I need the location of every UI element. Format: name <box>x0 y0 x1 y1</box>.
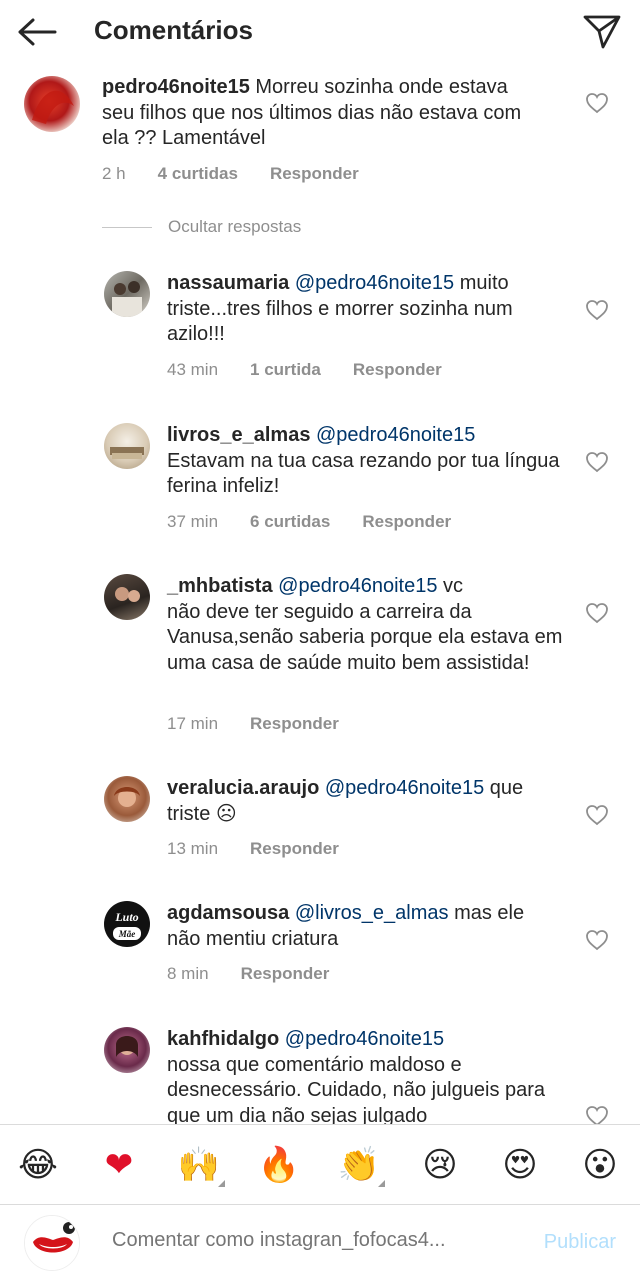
comment-time: 13 min <box>167 839 219 858</box>
avatar[interactable] <box>104 776 150 822</box>
svg-text:Mãe: Mãe <box>118 929 136 939</box>
mention-link[interactable]: @pedro46noite15 <box>273 575 437 597</box>
comment-meta: 13 min Responder <box>167 839 371 859</box>
reply-button[interactable]: Responder <box>250 839 339 859</box>
svg-text:Luto: Luto <box>114 910 138 924</box>
comment-body: não deve ter seguido a carreira da Vanus… <box>167 600 563 674</box>
comment-body: triste ☹ <box>167 802 237 825</box>
avatar[interactable] <box>104 1027 150 1073</box>
comment-username[interactable]: nassaumaria <box>167 272 289 294</box>
divider <box>102 226 152 228</box>
heart-icon[interactable] <box>585 804 609 826</box>
comment-username[interactable]: veralucia.araujo <box>167 777 319 799</box>
mention-link[interactable]: @pedro46noite15 <box>319 777 484 799</box>
comment-time: 17 min <box>167 714 219 733</box>
heart-icon[interactable] <box>585 1105 609 1124</box>
comment-meta: 2 h 4 curtidas Responder <box>102 164 391 184</box>
paper-plane-icon <box>583 15 621 49</box>
comment-time: 43 min <box>167 360 219 379</box>
comment-username[interactable]: kahfhidalgo <box>167 1028 279 1050</box>
comment-meta: 37 min 6 curtidas Responder <box>167 512 483 532</box>
emoji-laughing-tears-icon[interactable]: 😂 <box>16 1143 60 1187</box>
skin-tone-indicator <box>218 1180 225 1187</box>
hide-replies-label: Ocultar respostas <box>168 217 302 236</box>
emoji-clapping-icon[interactable]: 👏 <box>337 1143 385 1187</box>
comment-meta: 8 min Responder <box>167 964 361 984</box>
avatar[interactable] <box>104 574 150 620</box>
top-bar: Comentários <box>0 0 640 62</box>
heart-icon[interactable] <box>585 602 609 624</box>
comment-body: nossa que comentário maldoso e desnecess… <box>167 1053 546 1125</box>
comment-body: triste...tres filhos e morrer sozinha nu… <box>167 297 513 346</box>
avatar[interactable]: Luto Mãe <box>104 901 150 947</box>
comments-list: pedro46noite15 Morreu sozinha onde estav… <box>0 62 640 1124</box>
emoji-quick-bar: 😂 ❤ 🙌 🔥 👏 😢 😍 😮 <box>0 1124 640 1204</box>
comment-body: Estavam na tua casa rezando por tua líng… <box>167 449 560 498</box>
reply-button[interactable]: Responder <box>270 164 359 184</box>
comment-body: não mentiu criatura <box>167 927 339 950</box>
comment-username[interactable]: livros_e_almas <box>167 424 310 446</box>
reply-button[interactable]: Responder <box>241 964 330 984</box>
emoji-heart-icon[interactable]: ❤ <box>97 1143 141 1187</box>
heart-icon[interactable] <box>585 929 609 951</box>
avatar[interactable] <box>104 271 150 317</box>
emoji-fire-icon[interactable]: 🔥 <box>257 1143 301 1187</box>
comment-username[interactable]: agdamsousa <box>167 902 289 924</box>
publish-button[interactable]: Publicar <box>544 1231 616 1254</box>
avatar[interactable] <box>24 76 80 132</box>
comment-username[interactable]: pedro46noite15 <box>102 76 250 98</box>
comment-time: 37 min <box>167 512 219 531</box>
emoji-heart-eyes-icon[interactable]: 😍 <box>498 1143 542 1187</box>
skin-tone-indicator <box>378 1180 385 1187</box>
mention-link[interactable]: @pedro46noite15 <box>310 424 475 446</box>
avatar[interactable] <box>104 423 150 469</box>
reply-button[interactable]: Responder <box>362 512 451 532</box>
emoji-raised-hands-icon[interactable]: 🙌 <box>177 1143 225 1187</box>
hide-replies-toggle[interactable]: Ocultar respostas <box>102 217 301 237</box>
page-title: Comentários <box>94 15 253 45</box>
arrow-left-icon <box>18 18 57 46</box>
heart-icon[interactable] <box>585 299 609 321</box>
reply-button[interactable]: Responder <box>250 714 339 734</box>
reply-button[interactable]: Responder <box>353 360 442 380</box>
comment-meta: 43 min 1 curtida Responder <box>167 360 474 380</box>
comment-time: 2 h <box>102 164 126 183</box>
likes-count[interactable]: 6 curtidas <box>250 512 330 532</box>
likes-count[interactable]: 4 curtidas <box>158 164 238 184</box>
comment-meta: 17 min Responder <box>167 714 371 734</box>
heart-icon[interactable] <box>585 451 609 473</box>
mention-link[interactable]: @livros_e_almas <box>289 902 449 924</box>
comment-time: 8 min <box>167 964 209 983</box>
emoji-crying-icon[interactable]: 😢 <box>418 1143 462 1187</box>
comment-composer: Publicar <box>0 1204 640 1280</box>
mention-link[interactable]: @pedro46noite15 <box>279 1028 444 1050</box>
likes-count[interactable]: 1 curtida <box>250 360 321 380</box>
heart-icon[interactable] <box>585 92 609 114</box>
comment-username[interactable]: _mhbatista <box>167 575 273 597</box>
direct-send-button[interactable] <box>582 12 622 52</box>
back-button[interactable] <box>16 12 58 52</box>
emoji-surprised-icon[interactable]: 😮 <box>578 1143 622 1187</box>
current-user-avatar <box>24 1215 80 1271</box>
mention-link[interactable]: @pedro46noite15 <box>289 272 454 294</box>
comment-input[interactable] <box>112 1229 492 1252</box>
